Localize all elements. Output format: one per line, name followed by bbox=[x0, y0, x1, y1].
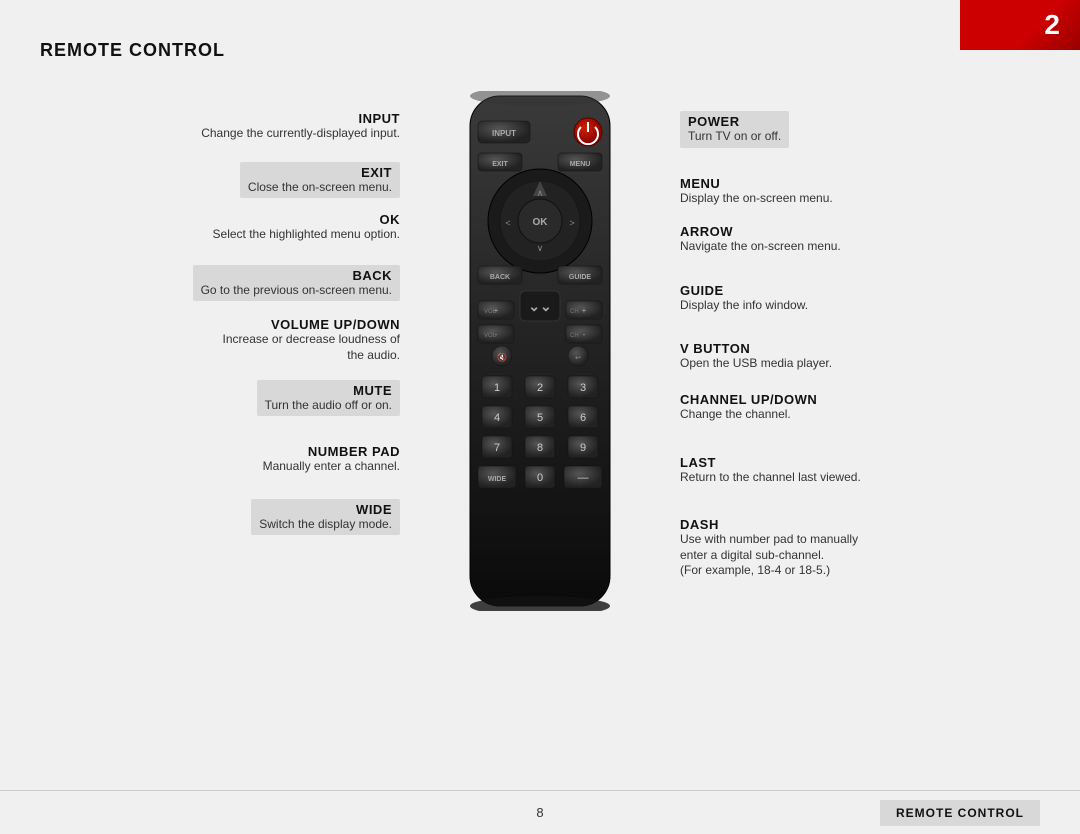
label-wide: WIDE Switch the display mode. bbox=[251, 499, 400, 536]
svg-text:VOL: VOL bbox=[484, 309, 497, 315]
svg-text:↩: ↩ bbox=[575, 355, 581, 362]
label-last: LAST Return to the channel last viewed. bbox=[680, 455, 861, 486]
label-exit: EXIT Close the on-screen menu. bbox=[240, 162, 400, 199]
section-title: REMOTE CONTROL bbox=[40, 40, 1040, 61]
svg-text:-: - bbox=[583, 330, 586, 339]
page-number: 2 bbox=[1044, 9, 1060, 41]
main-content: 2 REMOTE CONTROL INPUT Change the curren… bbox=[0, 0, 1080, 834]
label-power: POWER Turn TV on or off. bbox=[680, 111, 789, 148]
label-arrow: ARROW Navigate the on-screen menu. bbox=[680, 224, 841, 255]
svg-text:1: 1 bbox=[494, 382, 500, 394]
svg-text:CH: CH bbox=[570, 309, 579, 315]
svg-text:9: 9 bbox=[580, 442, 586, 454]
svg-text:+: + bbox=[582, 306, 587, 315]
svg-text:—: — bbox=[578, 472, 589, 484]
svg-text:BACK: BACK bbox=[490, 274, 510, 281]
label-guide: GUIDE Display the info window. bbox=[680, 283, 808, 314]
label-menu: MENU Display the on-screen menu. bbox=[680, 176, 833, 207]
label-input: INPUT Change the currently-displayed inp… bbox=[201, 111, 400, 142]
svg-text:0: 0 bbox=[537, 472, 543, 484]
svg-text:3: 3 bbox=[580, 382, 586, 394]
svg-text:<: < bbox=[505, 218, 510, 228]
label-back: BACK Go to the previous on-screen menu. bbox=[193, 265, 400, 302]
label-channel: CHANNEL UP/DOWN Change the channel. bbox=[680, 392, 817, 423]
svg-text:OK: OK bbox=[533, 217, 549, 228]
svg-text:INPUT: INPUT bbox=[492, 129, 516, 138]
label-volume: VOLUME UP/DOWN Increase or decrease loud… bbox=[223, 317, 400, 363]
remote-layout: INPUT Change the currently-displayed inp… bbox=[40, 91, 1040, 611]
label-number-pad: NUMBER PAD Manually enter a channel. bbox=[263, 444, 400, 475]
svg-text:GUIDE: GUIDE bbox=[569, 274, 592, 281]
svg-text:MENU: MENU bbox=[570, 161, 591, 168]
svg-text:∨: ∨ bbox=[537, 243, 544, 253]
svg-text:8: 8 bbox=[537, 442, 543, 454]
svg-text:⌄⌄: ⌄⌄ bbox=[528, 298, 551, 314]
left-labels: INPUT Change the currently-displayed inp… bbox=[100, 91, 430, 541]
right-labels: POWER Turn TV on or off. MENU Display th… bbox=[650, 91, 980, 585]
svg-text:∧: ∧ bbox=[537, 188, 544, 198]
svg-text:4: 4 bbox=[494, 412, 500, 424]
svg-text:5: 5 bbox=[537, 412, 543, 424]
remote-image: INPUT EXIT MENU ∧ ∨ bbox=[430, 91, 650, 611]
label-vbutton: V BUTTON Open the USB media player. bbox=[680, 341, 832, 372]
label-ok: OK Select the highlighted menu option. bbox=[213, 212, 400, 243]
bottom-bar: 8 REMOTE CONTROL bbox=[0, 790, 1080, 834]
svg-text:2: 2 bbox=[537, 382, 543, 394]
svg-text:🔇: 🔇 bbox=[497, 352, 507, 362]
svg-text:6: 6 bbox=[580, 412, 586, 424]
page-number-bar: 2 bbox=[960, 0, 1080, 50]
label-dash: DASH Use with number pad to manuallyente… bbox=[680, 517, 858, 579]
svg-text:>: > bbox=[569, 218, 574, 228]
bottom-section-label: REMOTE CONTROL bbox=[880, 800, 1040, 826]
svg-text:VOL: VOL bbox=[484, 333, 497, 339]
svg-text:CH: CH bbox=[570, 333, 579, 339]
label-mute: MUTE Turn the audio off or on. bbox=[257, 380, 400, 417]
svg-text:EXIT: EXIT bbox=[492, 161, 508, 168]
svg-text:7: 7 bbox=[494, 442, 500, 454]
svg-text:WIDE: WIDE bbox=[488, 476, 507, 483]
